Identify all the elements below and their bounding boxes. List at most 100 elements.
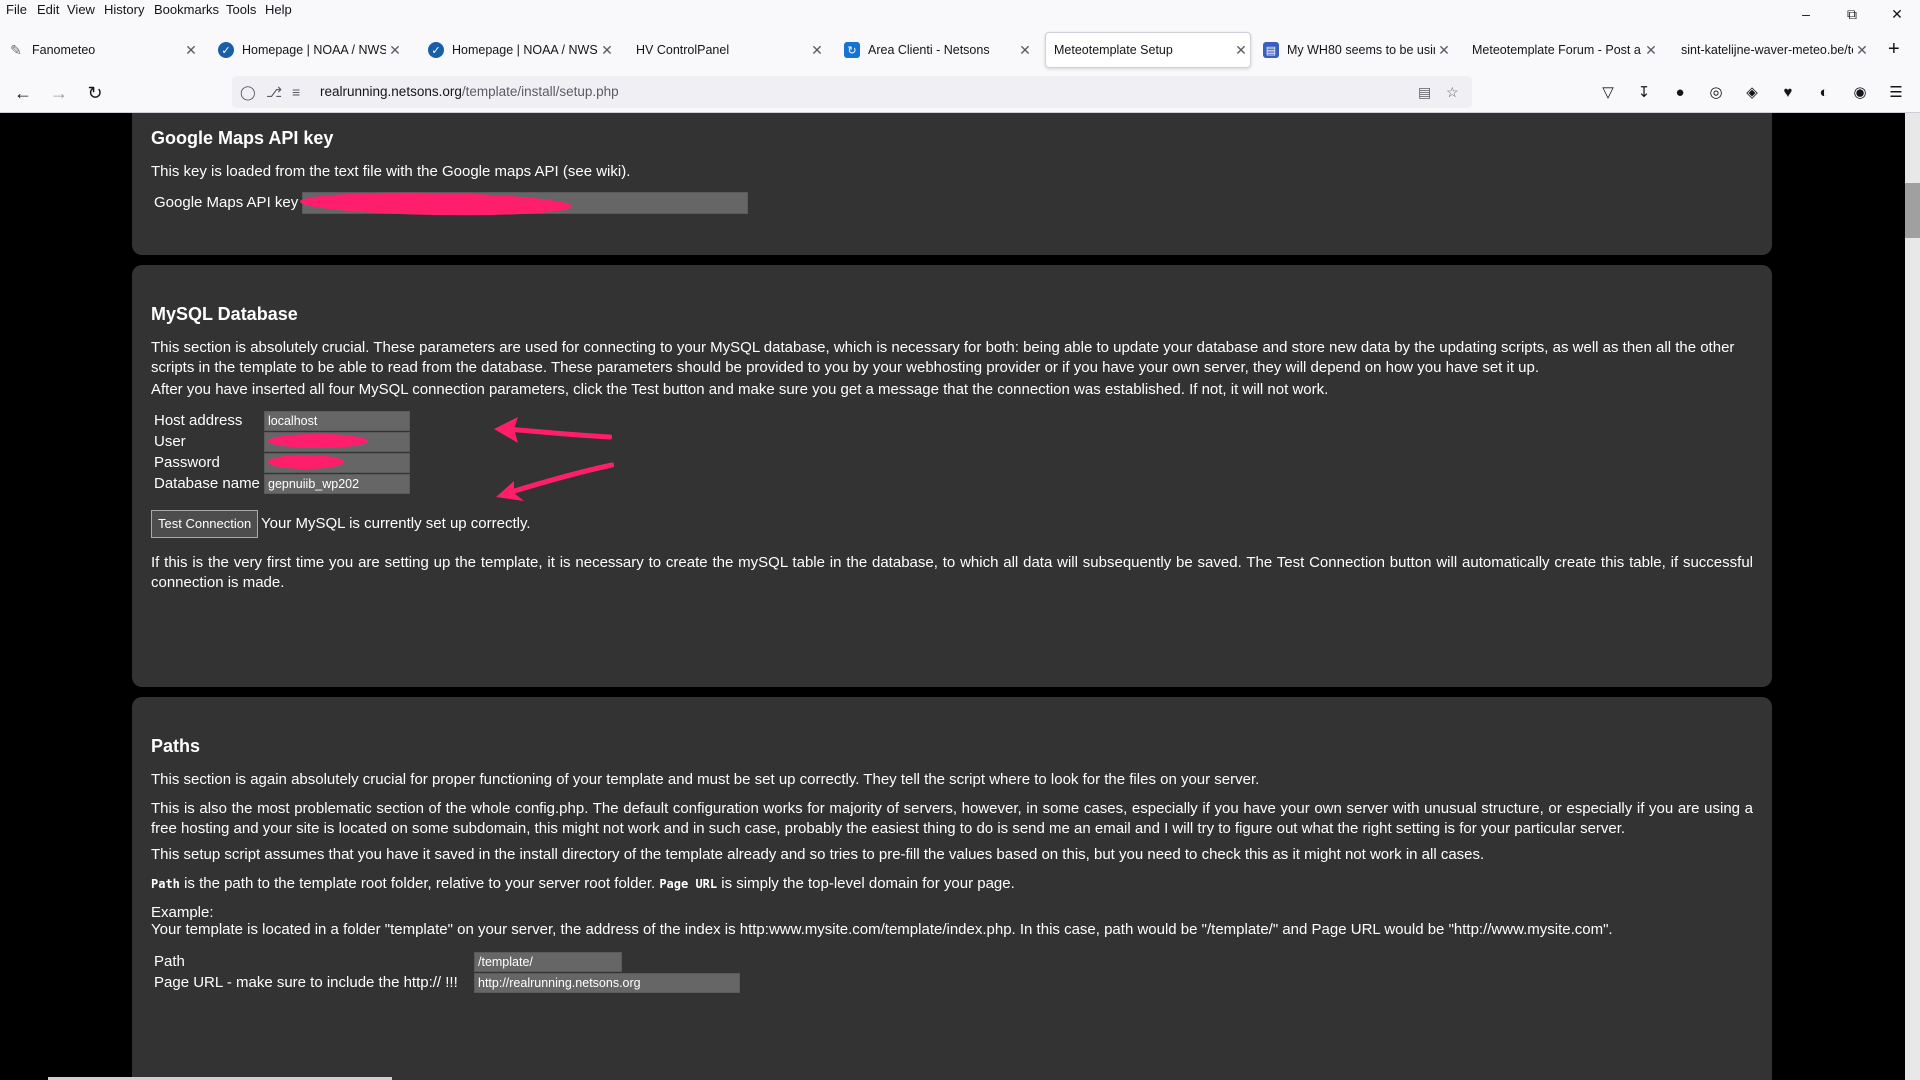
scrollbar-thumb[interactable] — [1905, 183, 1920, 238]
tab-title: sint-katelijne-waver-meteo.be/te — [1681, 43, 1853, 57]
path-code: Path — [151, 877, 180, 891]
close-icon[interactable]: ✕ — [1435, 42, 1453, 59]
password-label: Password — [154, 454, 220, 471]
close-icon[interactable]: ✕ — [386, 42, 404, 59]
tab-title: Homepage | NOAA / NWS Sp — [452, 43, 598, 57]
close-window-icon[interactable]: ✕ — [1874, 0, 1920, 28]
url-domain: realrunning.netsons.org — [320, 84, 462, 99]
extension-gauge-icon[interactable]: ◐ — [1814, 83, 1834, 103]
path-def-text: is the path to the template root folder,… — [179, 875, 660, 892]
menu-help[interactable]: Help — [265, 2, 292, 17]
tab-noaa-2[interactable]: ✓ Homepage | NOAA / NWS Sp ✕ — [428, 32, 616, 68]
mysql-table-note: If this is the very first time you are s… — [151, 554, 1753, 591]
paths-definition-text: Path is the path to the template root fo… — [151, 874, 1753, 894]
close-icon[interactable]: ✕ — [808, 42, 826, 59]
section-heading: Paths — [151, 736, 201, 756]
tab-noaa-1[interactable]: ✓ Homepage | NOAA / NWS Sp ✕ — [218, 32, 404, 68]
close-icon[interactable]: ✕ — [1853, 42, 1871, 59]
netsons-icon: ↻ — [844, 42, 860, 58]
profile-avatar-icon[interactable]: ◉ — [1850, 83, 1870, 103]
tab-title: Meteotemplate Setup — [1054, 43, 1173, 57]
extension-globe-icon[interactable]: ◈ — [1742, 83, 1762, 103]
shield-icon: ✓ — [218, 42, 234, 58]
extension-bell-icon[interactable]: ♥ — [1778, 83, 1798, 103]
dbname-label: Database name — [154, 475, 260, 492]
reload-icon[interactable]: ↻ — [82, 80, 108, 106]
close-icon[interactable]: ✕ — [1642, 42, 1660, 59]
tab-title: Homepage | NOAA / NWS Sp — [242, 43, 386, 57]
connection-status: Your MySQL is currently set up correctly… — [261, 515, 531, 532]
menu-bar: File Edit View History Bookmarks Tools H… — [0, 0, 1920, 20]
puzzle-icon: ✎ — [10, 41, 22, 58]
close-icon[interactable]: ✕ — [598, 42, 616, 59]
menu-history[interactable]: History — [104, 2, 144, 17]
page-url-code: Page URL — [659, 877, 718, 891]
section-google-maps: Google Maps API key This key is loaded f… — [132, 113, 1772, 255]
close-icon[interactable]: ✕ — [1232, 42, 1250, 59]
user-label: User — [154, 433, 186, 450]
shield-icon[interactable]: ◯ — [240, 84, 256, 101]
site-info-icon[interactable]: ≡ — [292, 84, 300, 100]
page-url-input[interactable]: http://realrunning.netsons.org — [474, 973, 740, 993]
address-bar[interactable]: ◯ ⎇ ≡ realrunning.netsons.org/template/i… — [232, 76, 1472, 108]
tab-title: Area Clienti - Netsons — [868, 43, 990, 57]
page-url-def-text: is simply the top-level domain for your … — [717, 875, 1015, 892]
browser-chrome: File Edit View History Bookmarks Tools H… — [0, 0, 1920, 113]
host-input[interactable]: localhost — [264, 411, 410, 431]
tab-strip: ✎ Fanometeo ✕ ✓ Homepage | NOAA / NWS Sp… — [0, 32, 1920, 68]
menu-bookmarks[interactable]: Bookmarks — [154, 2, 219, 17]
menu-view[interactable]: View — [67, 2, 95, 17]
nav-bar: ← → ↻ ◯ ⎇ ≡ realrunning.netsons.org/temp… — [0, 74, 1920, 110]
tab-meteotemplate-setup[interactable]: Meteotemplate Setup ✕ — [1045, 32, 1251, 68]
minimize-icon[interactable]: – — [1783, 0, 1829, 28]
vertical-scrollbar[interactable] — [1905, 113, 1920, 1080]
gmaps-key-label: Google Maps API key — [154, 194, 299, 211]
menu-file[interactable]: File — [6, 2, 27, 17]
permissions-icon[interactable]: ⎇ — [266, 84, 282, 101]
close-icon[interactable]: ✕ — [1016, 42, 1034, 59]
section-heading: MySQL Database — [151, 304, 298, 324]
tab-title: HV ControlPanel — [636, 43, 730, 57]
tab-title: My WH80 seems to be using — [1287, 43, 1435, 57]
back-icon[interactable]: ← — [10, 80, 36, 106]
menu-edit[interactable]: Edit — [37, 2, 59, 17]
section-description: This key is loaded from the text file wi… — [151, 163, 631, 180]
arrow-annotation-icon — [494, 417, 612, 443]
extension-f-icon[interactable]: ● — [1670, 83, 1690, 103]
example-text: Your template is located in a folder "te… — [151, 921, 1613, 938]
tab-fanometeo[interactable]: ✎ Fanometeo ✕ — [8, 32, 200, 68]
test-connection-button[interactable]: Test Connection — [151, 510, 259, 538]
tab-hv-controlpanel[interactable]: HV ControlPanel ✕ — [636, 32, 826, 68]
tab-meteotemplate-forum[interactable]: Meteotemplate Forum - Post a re ✕ — [1472, 32, 1660, 68]
new-tab-icon[interactable]: + — [1888, 38, 1900, 61]
paths-assumption-text: This setup script assumes that you have … — [151, 846, 1485, 863]
tab-wh80[interactable]: ▤ My WH80 seems to be using ✕ — [1263, 32, 1453, 68]
shield-icon: ✓ — [428, 42, 444, 58]
hamburger-menu-icon[interactable]: ☰ — [1886, 83, 1906, 103]
paths-intro-text: This section is again absolutely crucial… — [151, 771, 1260, 788]
path-input[interactable]: /template/ — [474, 952, 622, 972]
dbname-input[interactable]: gepnuiib_wp202 — [264, 474, 410, 494]
forum-icon: ▤ — [1263, 42, 1279, 58]
page-url-label: Page URL - make sure to include the http… — [154, 974, 458, 991]
section-mysql: MySQL Database This section is absolutel… — [132, 265, 1772, 687]
reader-view-icon[interactable]: ▤ — [1418, 84, 1431, 101]
section-paths: Paths This section is again absolutely c… — [132, 697, 1772, 1080]
url-text[interactable]: realrunning.netsons.org/template/install… — [320, 84, 619, 99]
section-heading: Google Maps API key — [151, 128, 334, 148]
download-icon[interactable]: ↧ — [1634, 83, 1654, 103]
extension-ring-icon[interactable]: ◎ — [1706, 83, 1726, 103]
forward-icon[interactable]: → — [46, 80, 72, 106]
restore-icon[interactable]: ⧉ — [1829, 0, 1875, 28]
bookmark-star-icon[interactable]: ☆ — [1446, 84, 1459, 101]
close-icon[interactable]: ✕ — [182, 42, 200, 59]
tab-title: Fanometeo — [32, 43, 96, 57]
page-content: Google Maps API key This key is loaded f… — [0, 113, 1905, 1080]
pocket-icon[interactable]: ▽ — [1598, 83, 1618, 103]
paths-problem-text: This is also the most problematic sectio… — [151, 800, 1753, 837]
path-label: Path — [154, 953, 185, 970]
arrow-annotation-icon — [496, 462, 614, 501]
menu-tools[interactable]: Tools — [226, 2, 256, 17]
tab-sint-katelijne[interactable]: sint-katelijne-waver-meteo.be/te ✕ — [1681, 32, 1871, 68]
tab-area-clienti[interactable]: ↻ Area Clienti - Netsons ✕ — [844, 32, 1034, 68]
